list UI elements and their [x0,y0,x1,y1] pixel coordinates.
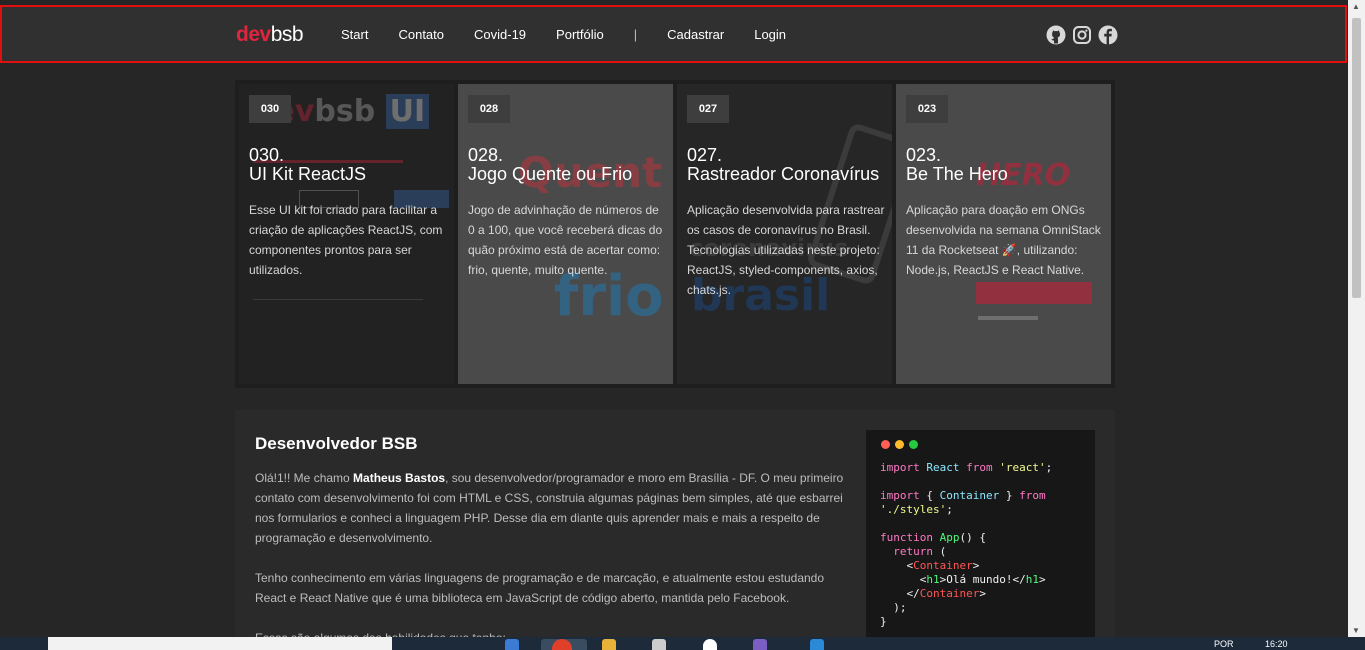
main-nav: Start Contato Covid-19 Portfólio | Cadas… [341,27,816,42]
code-line-8: </Container> [880,587,986,600]
taskbar-search-box[interactable] [48,637,392,650]
taskbar-app-icon[interactable] [505,639,519,650]
taskbar-clock[interactable]: 16:20 [1265,639,1288,649]
nav-separator: | [633,27,638,42]
taskbar-app-icon[interactable] [703,639,717,650]
facebook-icon[interactable] [1098,25,1118,45]
code-line-5: return ( [893,545,947,558]
nav-start[interactable]: Start [341,27,368,42]
social-links [1046,25,1118,45]
logo[interactable]: devbsb [236,23,304,47]
code-line-10: } [880,615,887,628]
code-line-1: import React from 'react'; [880,461,1053,474]
code-line-6: <Container> [880,559,980,572]
os-taskbar: POR 16:20 [0,637,1365,650]
close-dot-icon [881,440,890,449]
card-title: Rastreador Coronavírus [687,164,880,184]
vscode-icon[interactable] [810,639,824,650]
project-card-030[interactable]: devbsb UI 030 030. UI Kit ReactJS Esse U… [239,84,454,384]
card-number: 023. [906,145,942,165]
card-badge: 023 [906,95,948,123]
project-card-023[interactable]: HERO 023 023. Be The Hero Aplicação para… [896,84,1111,384]
about-section: Desenvolvedor BSB Olá!1!! Me chamo Mathe… [235,410,1115,650]
code-window: import React from 'react'; import { Cont… [866,430,1095,640]
maximize-dot-icon [909,440,918,449]
taskbar-language[interactable]: POR [1214,639,1234,649]
page-scrollbar[interactable]: ▲ ▼ [1348,0,1365,637]
folder-icon[interactable] [602,639,616,650]
card-description: Esse UI kit foi criado para facilitar a … [249,203,443,277]
card-badge: 030 [249,95,291,123]
site-header: devbsb Start Contato Covid-19 Portfólio … [0,5,1347,63]
card-number: 030. [249,145,285,165]
card-title: Jogo Quente ou Frio [468,164,633,184]
about-text: Olá!1!! Me chamo Matheus Bastos, sou des… [255,468,845,650]
about-paragraph-1: Olá!1!! Me chamo Matheus Bastos, sou des… [255,468,845,548]
logo-dev: dev [236,23,271,46]
card-badge: 028 [468,95,510,123]
window-dots [881,440,1081,449]
about-title: Desenvolvedor BSB [255,434,418,453]
card-description: Jogo de advinhação de números de 0 a 100… [468,203,663,277]
instagram-icon[interactable] [1072,25,1092,45]
card-description: Aplicação desenvolvida para rastrear os … [687,203,885,297]
scroll-up-arrow-icon[interactable]: ▲ [1352,2,1360,11]
nav-cadastrar[interactable]: Cadastrar [667,27,724,42]
code-line-9: ); [880,601,907,614]
scrollbar-thumb[interactable] [1352,18,1361,298]
author-name: Matheus Bastos [353,471,446,485]
logo-bsb: bsb [270,23,304,46]
taskbar-app-icon[interactable] [753,639,767,650]
code-line-7: <h1>Olá mundo!</h1> [880,573,1046,586]
nav-contato[interactable]: Contato [398,27,444,42]
nav-portfolio[interactable]: Portfólio [556,27,604,42]
code-line-4: function App() { [880,531,986,544]
card-description: Aplicação para doação em ONGs desenvolvi… [906,203,1101,277]
nav-login[interactable]: Login [754,27,786,42]
card-title: UI Kit ReactJS [249,164,367,184]
about-p1-intro: Olá!1!! Me chamo [255,471,354,485]
code-line-2: import { Container } from [880,489,1046,502]
project-card-027[interactable]: coronavirus brasil 027 027. Rastreador C… [677,84,892,384]
card-number: 028. [468,145,504,165]
github-icon[interactable] [1046,25,1066,45]
portfolio-cards: devbsb UI 030 030. UI Kit ReactJS Esse U… [235,80,1115,388]
card-number: 027. [687,145,723,165]
taskbar-app-icon[interactable] [652,639,666,650]
minimize-dot-icon [895,440,904,449]
about-paragraph-2: Tenho conhecimento em várias linguagens … [255,571,825,605]
project-card-028[interactable]: Quent frio 028 028. Jogo Quente ou Frio … [458,84,673,384]
code-line-3: './styles'; [880,503,953,516]
card-title: Be The Hero [906,164,1008,184]
card-badge: 027 [687,95,729,123]
nav-covid[interactable]: Covid-19 [474,27,526,42]
scroll-down-arrow-icon[interactable]: ▼ [1352,626,1360,635]
